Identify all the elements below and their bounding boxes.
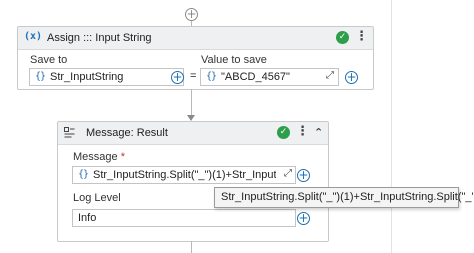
assign-activity-icon: (x) [24, 31, 43, 42]
message-title: Message: Result [86, 127, 168, 139]
tooltip-text: Str_InputString.Split("_")(1)+Str_InputS… [221, 191, 474, 203]
log-message-icon [64, 127, 75, 138]
expression-brace-icon: {} [206, 71, 217, 82]
save-to-value: Str_InputString [50, 71, 124, 83]
expand-editor-icon[interactable]: ⤢ [284, 168, 292, 179]
flow-connector-middle [191, 89, 192, 116]
value-to-save-label: Value to save [201, 54, 267, 66]
save-to-field[interactable]: {} Str_InputString [29, 68, 184, 86]
log-level-value: Info [78, 212, 97, 224]
equals-sign: = [190, 70, 197, 82]
log-level-plus-button[interactable]: + [297, 212, 310, 225]
message-label-text: Message [73, 151, 118, 163]
assign-more-menu-icon[interactable]: ⋮ [355, 29, 368, 44]
message-value: Str_InputString.Split("_")(1)+Str_InputS… [93, 169, 276, 181]
save-to-label: Save to [30, 54, 68, 66]
expand-editor-icon[interactable]: ⤢ [326, 70, 334, 81]
value-to-save-field[interactable]: {} "ABCD_4567" ⤢ [200, 68, 339, 86]
message-activity-card[interactable]: Message: Result ✓ ⋮ ⌃ Message * {} Str_I… [57, 121, 329, 242]
expression-brace-icon: {} [35, 71, 46, 82]
flow-connector-bottom [191, 241, 192, 253]
message-field[interactable]: {} Str_InputString.Split("_")(1)+Str_Inp… [72, 166, 296, 184]
valid-check-icon: ✓ [277, 126, 290, 139]
value-to-save-value: "ABCD_4567" [221, 71, 290, 83]
log-level-select[interactable]: Info [72, 209, 296, 227]
message-label: Message * [73, 151, 125, 163]
panel-divider [391, 0, 392, 253]
collapse-icon[interactable]: ⌃ [314, 126, 323, 139]
save-to-plus-button[interactable]: + [171, 71, 184, 84]
expression-tooltip: Str_InputString.Split("_")(1)+Str_InputS… [214, 187, 474, 208]
message-more-menu-icon[interactable]: ⋮ [296, 124, 309, 139]
assign-activity-card[interactable]: (x) Assign ::: Input String ✓ ⋮ Save to … [17, 26, 374, 90]
value-to-save-plus-button[interactable]: + [345, 71, 358, 84]
required-marker: * [120, 151, 125, 163]
valid-check-icon: ✓ [336, 31, 349, 44]
expression-brace-icon: {} [78, 169, 89, 180]
log-level-label: Log Level [73, 192, 121, 204]
assign-title: Assign ::: Input String [47, 32, 152, 44]
add-activity-top-button[interactable]: + [185, 8, 198, 21]
message-plus-button[interactable]: + [297, 169, 310, 182]
